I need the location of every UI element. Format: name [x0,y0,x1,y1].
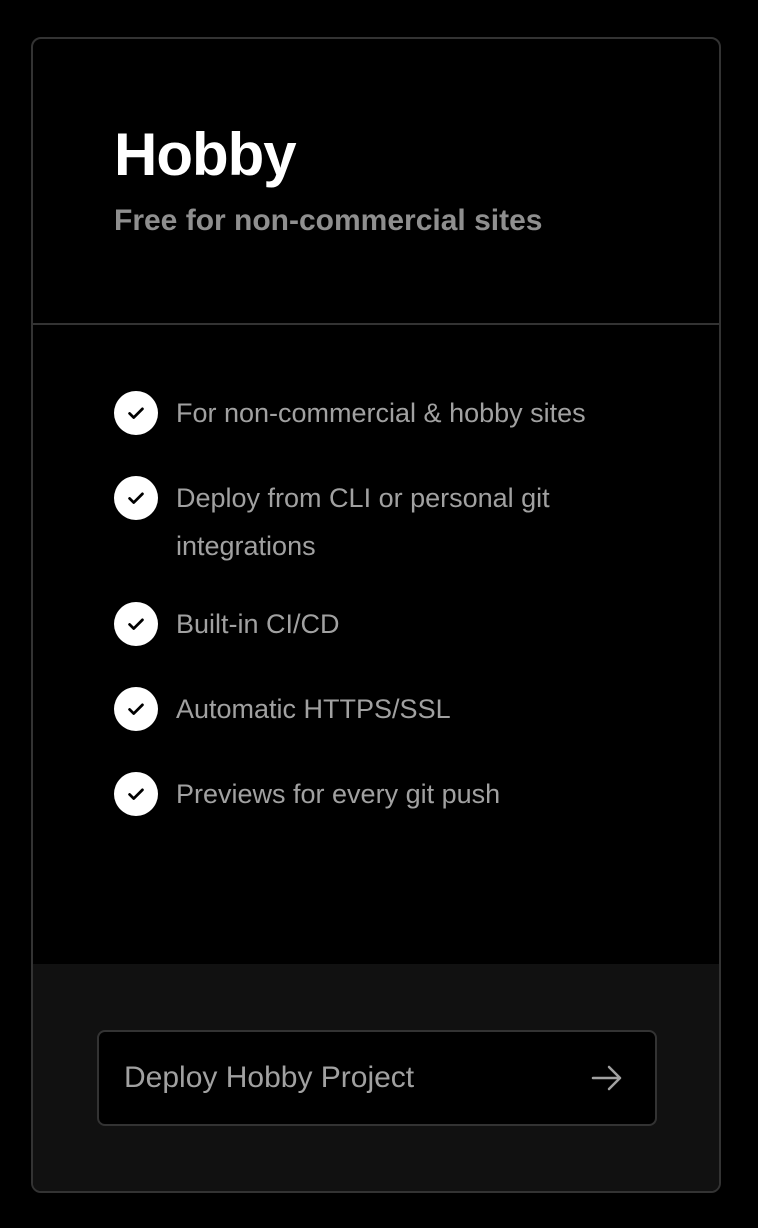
feature-item: Automatic HTTPS/SSL [114,687,719,733]
deploy-button-label: Deploy Hobby Project [124,1061,415,1094]
feature-label: Built-in CI/CD [176,609,340,639]
feature-label: Deploy from CLI or personal git integrat… [176,483,550,561]
deploy-hobby-project-button[interactable]: Deploy Hobby Project [97,1030,657,1126]
check-circle-icon [114,602,158,646]
check-circle-icon [114,772,158,816]
feature-item: Deploy from CLI or personal git integrat… [114,476,719,570]
plan-subtitle: Free for non-commercial sites [114,204,543,237]
check-circle-icon [114,391,158,435]
feature-item: Previews for every git push [114,772,719,818]
arrow-right-icon [589,1060,625,1096]
card-footer: Deploy Hobby Project [33,964,719,1191]
feature-label: Previews for every git push [176,779,501,809]
check-circle-icon [114,687,158,731]
feature-label: Automatic HTTPS/SSL [176,694,451,724]
pricing-card: Hobby Free for non-commercial sites For … [31,37,721,1193]
feature-list: For non-commercial & hobby sites Deploy … [33,327,719,967]
card-header: Hobby Free for non-commercial sites [33,39,719,325]
plan-title: Hobby [114,121,297,188]
feature-item: Built-in CI/CD [114,602,719,648]
check-circle-icon [114,476,158,520]
feature-label: For non-commercial & hobby sites [176,398,586,428]
feature-item: For non-commercial & hobby sites [114,391,719,437]
